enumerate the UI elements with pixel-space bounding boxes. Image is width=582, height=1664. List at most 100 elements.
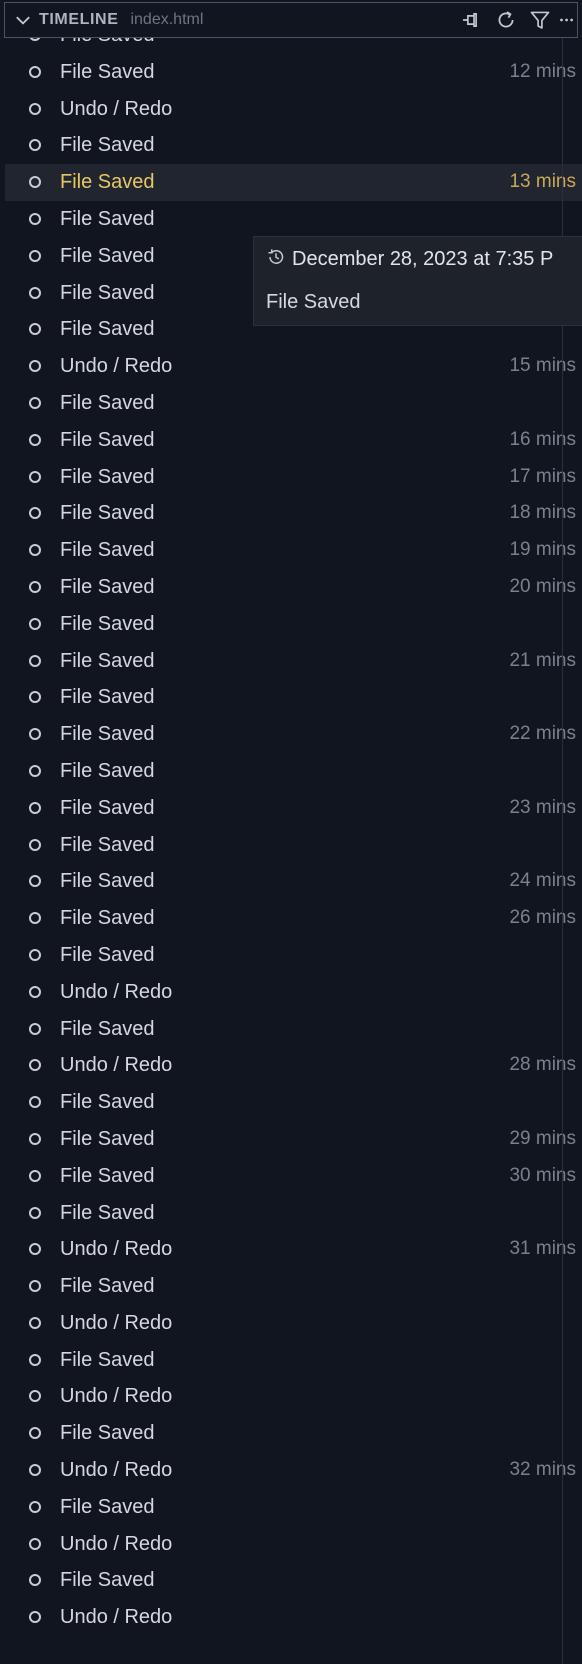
timeline-item[interactable]: File Saved (5, 606, 582, 643)
timeline-item[interactable]: File Saved (5, 127, 582, 164)
timeline-item[interactable]: Undo / Redo 32 mins (5, 1452, 582, 1489)
timeline-item-time: 19 mins (509, 539, 576, 561)
timeline-item-time: 31 mins (509, 1238, 576, 1260)
timeline-item[interactable]: File Saved (5, 937, 582, 974)
circle-outline-icon (29, 507, 41, 520)
timeline-item[interactable]: Undo / Redo (5, 1305, 582, 1342)
timeline-item-time: 24 mins (509, 870, 576, 892)
circle-outline-icon (29, 176, 41, 189)
timeline-item-label: File Saved (60, 134, 155, 157)
timeline-item-label: File Saved (60, 244, 155, 267)
timeline-item-time: 12 mins (509, 60, 576, 82)
timeline-item[interactable]: Undo / Redo 28 mins (5, 1047, 582, 1084)
timeline-item-label: File Saved (60, 1275, 155, 1298)
timeline-item[interactable]: File Saved (5, 1415, 582, 1452)
timeline-item-label: File Saved (60, 870, 155, 893)
timeline-item[interactable]: Undo / Redo (5, 1378, 582, 1415)
timeline-header[interactable]: TIMELINE index.html (4, 2, 578, 38)
circle-outline-icon (29, 1353, 41, 1366)
timeline-item-label: Undo / Redo (60, 980, 173, 1003)
refresh-icon[interactable] (489, 3, 523, 37)
timeline-item[interactable]: File Saved 26 mins (5, 900, 582, 937)
timeline-item-label: Undo / Redo (60, 1385, 173, 1408)
circle-outline-icon (29, 249, 41, 262)
circle-outline-icon (29, 396, 41, 409)
timeline-item[interactable]: File Saved 17 mins (5, 459, 582, 496)
timeline-item[interactable]: File Saved 16 mins (5, 422, 582, 459)
chevron-down-icon[interactable] (12, 9, 34, 31)
timeline-item[interactable]: File Saved (5, 679, 582, 716)
timeline-item-time: 22 mins (509, 723, 576, 745)
timeline-item[interactable]: File Saved (5, 1342, 582, 1379)
circle-outline-icon (29, 360, 41, 373)
timeline-item[interactable]: Undo / Redo (5, 1599, 582, 1636)
timeline-item-label: Undo / Redo (60, 1532, 173, 1555)
more-icon[interactable] (557, 3, 577, 37)
timeline-item[interactable]: File Saved (5, 1562, 582, 1599)
timeline-item-label: File Saved (60, 1495, 155, 1518)
timeline-item-label: File Saved (60, 171, 155, 194)
timeline-item[interactable]: File Saved 12 mins (5, 54, 582, 91)
timeline-item-time: 30 mins (509, 1164, 576, 1186)
timeline-item-label: File Saved (60, 465, 155, 488)
timeline-item[interactable]: Undo / Redo 15 mins (5, 348, 582, 385)
timeline-item[interactable]: File Saved 21 mins (5, 643, 582, 680)
timeline-item[interactable]: File Saved 20 mins (5, 569, 582, 606)
timeline-item[interactable]: File Saved 29 mins (5, 1121, 582, 1158)
timeline-item-label: File Saved (60, 318, 155, 341)
circle-outline-icon (29, 1390, 41, 1403)
circle-outline-icon (29, 65, 41, 78)
pin-icon[interactable] (455, 3, 489, 37)
timeline-item-label: File Saved (60, 575, 155, 598)
circle-outline-icon (29, 654, 41, 667)
timeline-item[interactable]: File Saved (5, 1084, 582, 1121)
tooltip-date: December 28, 2023 at 7:35 P (292, 248, 554, 270)
timeline-item-label: File Saved (60, 943, 155, 966)
timeline-item[interactable]: File Saved 13 mins (5, 164, 582, 201)
filter-icon[interactable] (523, 3, 557, 37)
timeline-item-time: 13 mins (509, 171, 576, 193)
circle-outline-icon (29, 617, 41, 630)
timeline-item[interactable]: File Saved 24 mins (5, 863, 582, 900)
circle-outline-icon (29, 691, 41, 704)
timeline-item-label: File Saved (60, 612, 155, 635)
timeline-item-label: File Saved (60, 207, 155, 230)
section-title: TIMELINE (39, 11, 119, 28)
timeline-item-time: 16 mins (509, 428, 576, 450)
header-actions (455, 3, 577, 37)
timeline-item-label: Undo / Redo (60, 97, 173, 120)
circle-outline-icon (29, 1022, 41, 1035)
timeline-item[interactable]: File Saved (5, 1268, 582, 1305)
timeline-item[interactable]: File Saved (5, 753, 582, 790)
timeline-item[interactable]: File Saved 23 mins (5, 790, 582, 827)
timeline-item-label: File Saved (60, 428, 155, 451)
timeline-item[interactable]: File Saved 22 mins (5, 716, 582, 753)
circle-outline-icon (29, 1427, 41, 1440)
timeline-item-label: File Saved (60, 833, 155, 856)
timeline-item-time: 15 mins (509, 355, 576, 377)
timeline-item-label: Undo / Redo (60, 1054, 173, 1077)
circle-outline-icon (29, 912, 41, 925)
timeline-item[interactable]: Undo / Redo (5, 91, 582, 128)
timeline-item[interactable]: File Saved (5, 201, 582, 238)
circle-outline-icon (29, 433, 41, 446)
circle-outline-icon (29, 764, 41, 777)
timeline-item[interactable]: File Saved 18 mins (5, 495, 582, 532)
timeline-item[interactable]: Undo / Redo (5, 1526, 582, 1563)
timeline-item[interactable]: File Saved 30 mins (5, 1158, 582, 1195)
circle-outline-icon (29, 1169, 41, 1182)
timeline-item[interactable]: File Saved (5, 1489, 582, 1526)
hover-tooltip: December 28, 2023 at 7:35 P File Saved (253, 236, 582, 326)
timeline-item[interactable]: File Saved (5, 1011, 582, 1048)
timeline-item[interactable]: File Saved (5, 827, 582, 864)
timeline-item-time: 26 mins (509, 907, 576, 929)
timeline-item-label: File Saved (60, 796, 155, 819)
timeline-item[interactable]: File Saved (5, 1195, 582, 1232)
timeline-item-label: File Saved (60, 502, 155, 525)
timeline-item[interactable]: Undo / Redo 31 mins (5, 1231, 582, 1268)
timeline-item-label: Undo / Redo (60, 1311, 173, 1334)
timeline-item[interactable]: Undo / Redo (5, 974, 582, 1011)
timeline-item-label: File Saved (60, 1201, 155, 1224)
timeline-item[interactable]: File Saved 19 mins (5, 532, 582, 569)
timeline-item[interactable]: File Saved (5, 385, 582, 422)
